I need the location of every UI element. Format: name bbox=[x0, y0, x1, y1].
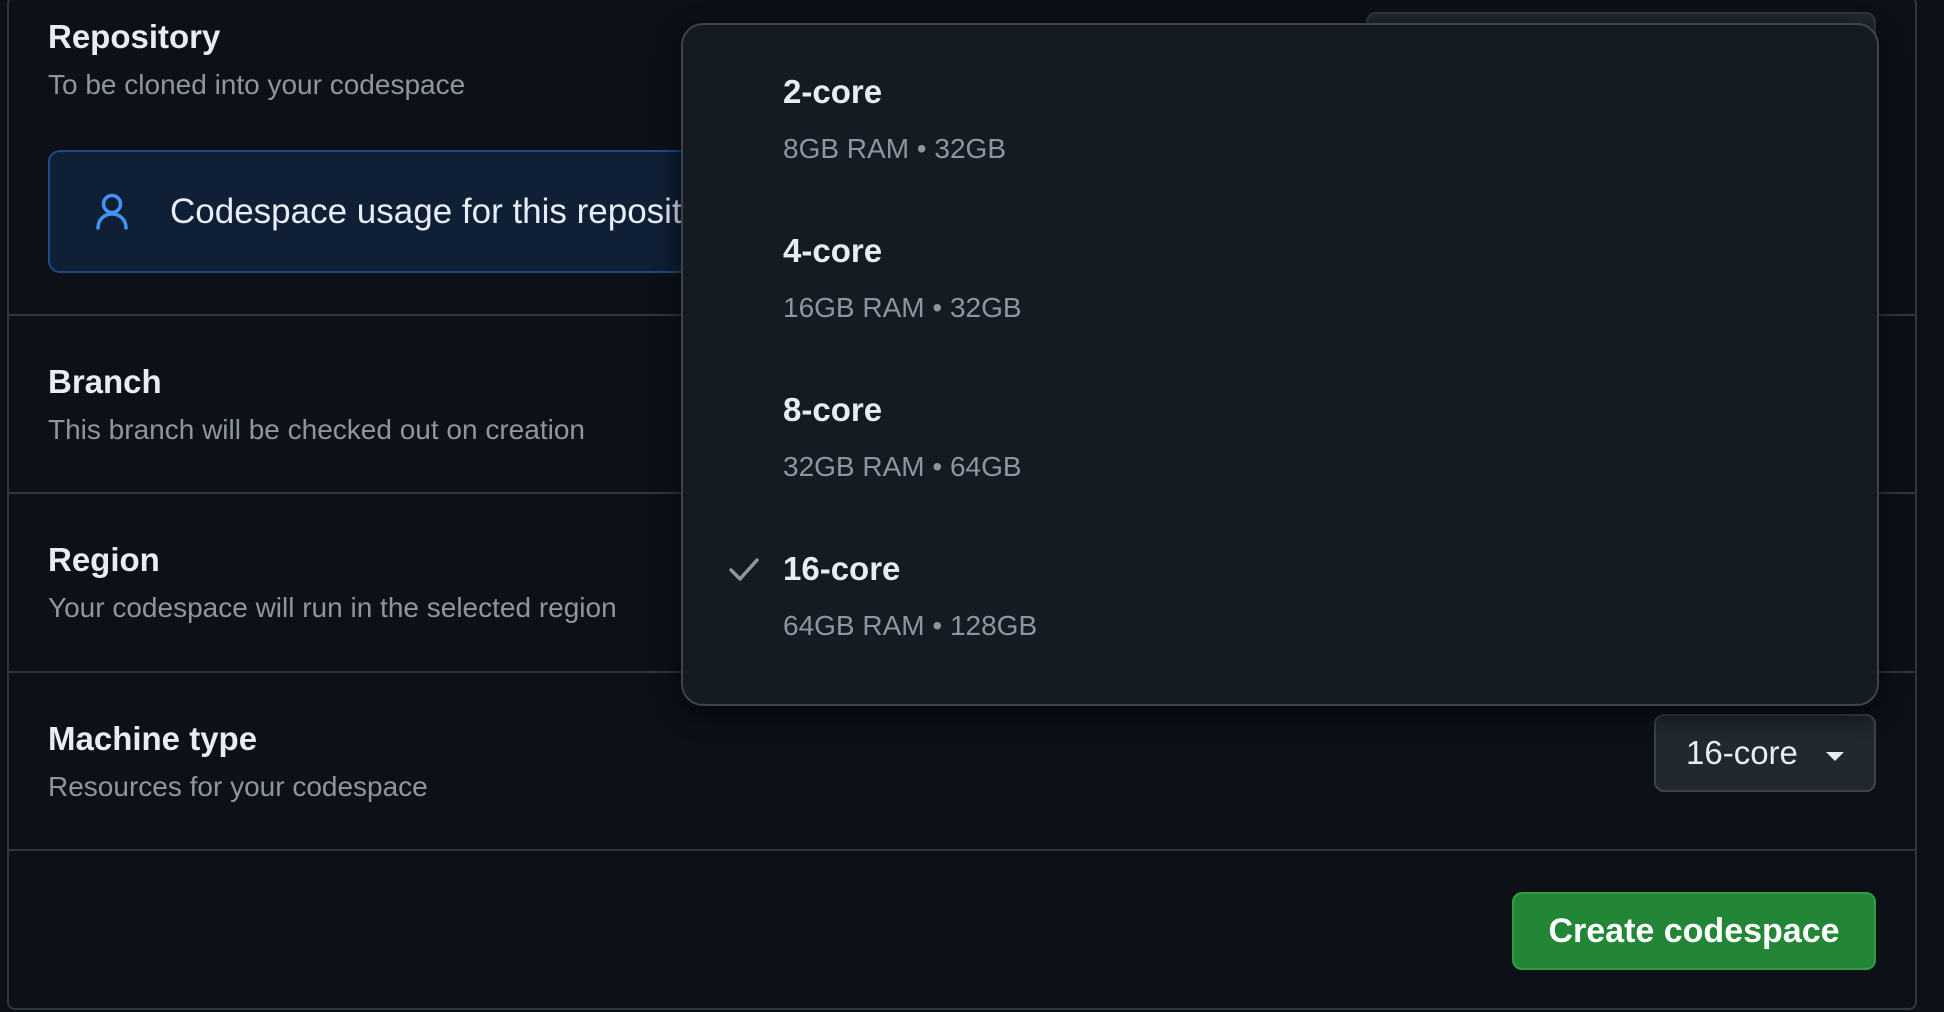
machine-option-spec: 8GB RAM • 32GB bbox=[783, 133, 1006, 164]
machine-option-name: 8-core bbox=[783, 391, 883, 428]
machine-type-title: Machine type bbox=[48, 720, 258, 757]
machine-type-dropdown: 2-core 8GB RAM • 32GB 4-core 16GB RAM • … bbox=[681, 23, 1879, 706]
machine-option-name: 16-core bbox=[783, 550, 901, 587]
machine-option-name: 4-core bbox=[783, 232, 883, 269]
row-divider bbox=[7, 849, 1917, 851]
branch-title: Branch bbox=[48, 363, 162, 400]
machine-option-16-core[interactable]: 16-core 64GB RAM • 128GB bbox=[683, 502, 1877, 652]
create-codespace-button[interactable]: Create codespace bbox=[1512, 892, 1876, 970]
person-icon bbox=[94, 192, 130, 232]
region-description: Your codespace will run in the selected … bbox=[48, 592, 617, 623]
machine-option-spec: 32GB RAM • 64GB bbox=[783, 451, 1022, 482]
machine-option-4-core[interactable]: 4-core 16GB RAM • 32GB bbox=[683, 184, 1877, 334]
machine-option-2-core[interactable]: 2-core 8GB RAM • 32GB bbox=[683, 25, 1877, 175]
machine-type-description: Resources for your codespace bbox=[48, 771, 428, 802]
repository-description: To be cloned into your codespace bbox=[48, 69, 466, 100]
create-codespace-label: Create codespace bbox=[1548, 912, 1840, 950]
region-title: Region bbox=[48, 541, 160, 578]
check-icon bbox=[727, 552, 761, 586]
machine-option-8-core[interactable]: 8-core 32GB RAM • 64GB bbox=[683, 343, 1877, 493]
machine-type-select[interactable]: 16-core bbox=[1654, 714, 1876, 792]
machine-option-spec: 16GB RAM • 32GB bbox=[783, 292, 1022, 323]
machine-option-spec: 64GB RAM • 128GB bbox=[783, 610, 1038, 641]
branch-description: This branch will be checked out on creat… bbox=[48, 414, 585, 445]
machine-type-selected-label: 16-core bbox=[1686, 734, 1798, 771]
machine-option-name: 2-core bbox=[783, 73, 883, 110]
triangle-down-icon bbox=[1826, 752, 1844, 761]
repository-title: Repository bbox=[48, 18, 221, 55]
